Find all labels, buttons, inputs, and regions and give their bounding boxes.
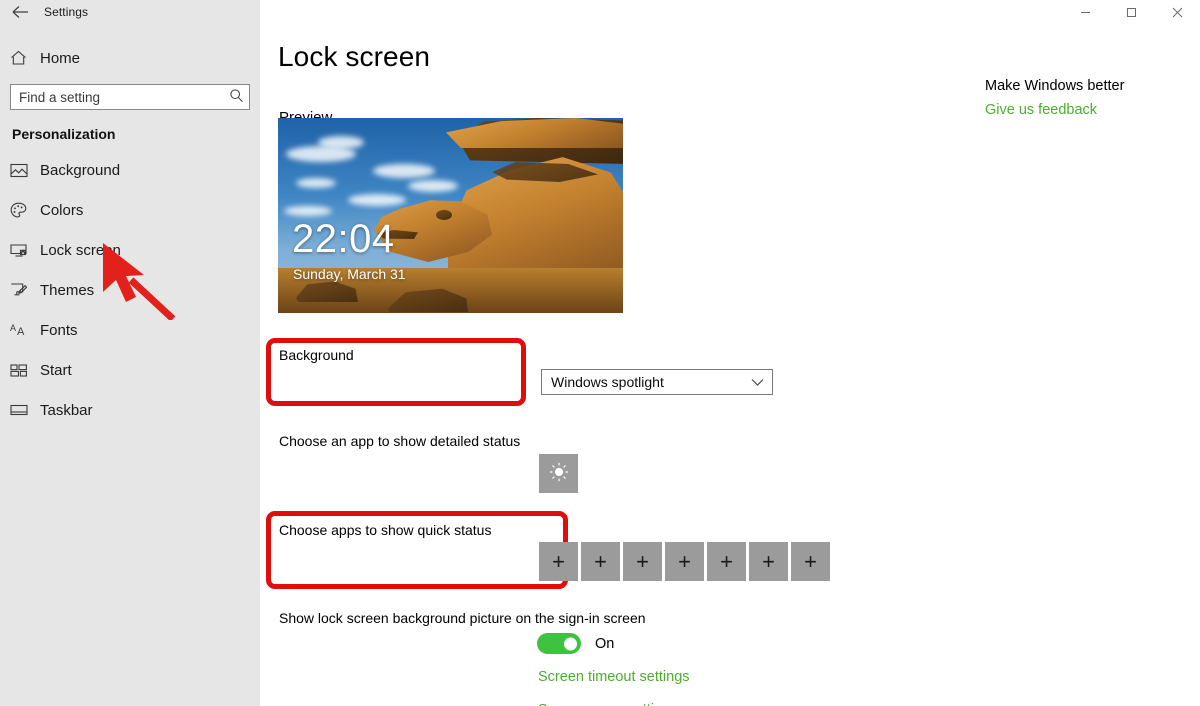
taskbar-icon: [10, 403, 40, 417]
sidebar-item-fonts-label: Fonts: [40, 321, 78, 339]
sidebar-item-start[interactable]: Start: [0, 350, 260, 390]
background-select-value: Windows spotlight: [551, 374, 664, 390]
quick-status-tiles: + + + + + + +: [539, 542, 831, 581]
title-bar: Settings: [0, 0, 1200, 24]
screen-timeout-settings-link[interactable]: Screen timeout settings: [538, 669, 690, 685]
window-title: Settings: [44, 5, 89, 19]
signin-picture-toggle[interactable]: [537, 633, 581, 654]
sidebar-item-taskbar-label: Taskbar: [40, 401, 93, 419]
window-controls: [260, 0, 1200, 24]
home-icon: [10, 50, 40, 66]
signin-picture-toggle-state: On: [595, 635, 615, 652]
themes-brush-icon: [10, 282, 40, 298]
preview-date: Sunday, March 31: [293, 266, 406, 282]
search-container: [0, 78, 260, 116]
sidebar-item-lock-screen[interactable]: Lock screen: [0, 230, 260, 270]
cloud-shape: [408, 180, 458, 192]
minimize-button[interactable]: [1062, 0, 1108, 24]
sidebar-item-start-label: Start: [40, 361, 72, 379]
sidebar-item-lock-screen-label: Lock screen: [40, 241, 121, 259]
quick-status-label: Choose apps to show quick status: [279, 522, 492, 538]
background-label: Background: [279, 347, 354, 363]
plus-icon: +: [720, 548, 733, 574]
sidebar-group-title: Personalization: [12, 126, 116, 142]
quick-status-tile[interactable]: +: [749, 542, 788, 581]
lock-screen-preview: 22:04 Sunday, March 31: [278, 118, 623, 313]
sidebar-item-themes[interactable]: Themes: [0, 270, 260, 310]
plus-icon: +: [678, 548, 691, 574]
detailed-status-app-tile[interactable]: [539, 454, 578, 493]
screen-saver-settings-link[interactable]: Screen saver settings: [538, 702, 677, 706]
background-select[interactable]: Windows spotlight: [541, 369, 773, 395]
sidebar-item-taskbar[interactable]: Taskbar: [0, 390, 260, 430]
cloud-shape: [348, 194, 406, 206]
quick-status-tile[interactable]: +: [707, 542, 746, 581]
title-bar-left: Settings: [0, 0, 260, 24]
quick-status-tile[interactable]: +: [581, 542, 620, 581]
quick-status-tile[interactable]: +: [623, 542, 662, 581]
quick-status-tile[interactable]: +: [665, 542, 704, 581]
quick-status-tile[interactable]: +: [539, 542, 578, 581]
main-content: Lock screen Preview 22:04 Sunday, March …: [260, 24, 1200, 706]
sidebar-item-background-label: Background: [40, 161, 121, 179]
search-box[interactable]: [10, 84, 250, 110]
sidebar-item-home[interactable]: Home: [0, 38, 260, 78]
rock-eye-shape: [436, 210, 452, 220]
plus-icon: +: [762, 548, 775, 574]
toggle-knob: [564, 637, 577, 650]
svg-text:A: A: [17, 326, 25, 338]
search-icon[interactable]: [229, 88, 244, 107]
svg-text:A: A: [10, 323, 16, 333]
cloud-shape: [296, 178, 336, 188]
close-button[interactable]: [1154, 0, 1200, 24]
maximize-button[interactable]: [1108, 0, 1154, 24]
back-arrow-icon[interactable]: [0, 0, 40, 24]
picture-icon: [10, 163, 40, 178]
palette-icon: [10, 202, 40, 219]
cloud-shape: [373, 164, 435, 178]
plus-icon: +: [594, 548, 607, 574]
detailed-status-label: Choose an app to show detailed status: [279, 433, 521, 449]
sidebar-item-colors-label: Colors: [40, 201, 84, 219]
plus-icon: +: [636, 548, 649, 574]
page-title: Lock screen: [278, 41, 431, 72]
sidebar-item-themes-label: Themes: [40, 281, 95, 299]
signin-picture-label: Show lock screen background picture on t…: [279, 610, 646, 626]
sidebar: Home Personalization Background: [0, 24, 260, 706]
cloud-shape: [284, 206, 332, 216]
fonts-aa-icon: A A: [10, 322, 40, 338]
sidebar-item-colors[interactable]: Colors: [0, 190, 260, 230]
lock-screen-icon: [10, 243, 40, 258]
quick-status-tile[interactable]: +: [791, 542, 830, 581]
plus-icon: +: [804, 548, 817, 574]
sidebar-item-background[interactable]: Background: [0, 150, 260, 190]
chevron-down-icon: [751, 378, 764, 387]
plus-icon: +: [552, 548, 565, 574]
preview-clock: 22:04: [292, 217, 395, 261]
sidebar-item-fonts[interactable]: A A Fonts: [0, 310, 260, 350]
weather-sun-icon: [548, 461, 570, 487]
search-input[interactable]: [11, 85, 211, 109]
give-feedback-link[interactable]: Give us feedback: [985, 102, 1097, 118]
start-tiles-icon: [10, 363, 40, 378]
cloud-shape: [318, 136, 364, 149]
sidebar-item-home-label: Home: [40, 49, 81, 67]
signin-picture-toggle-row: On: [537, 633, 614, 654]
feedback-heading: Make Windows better: [985, 78, 1125, 94]
